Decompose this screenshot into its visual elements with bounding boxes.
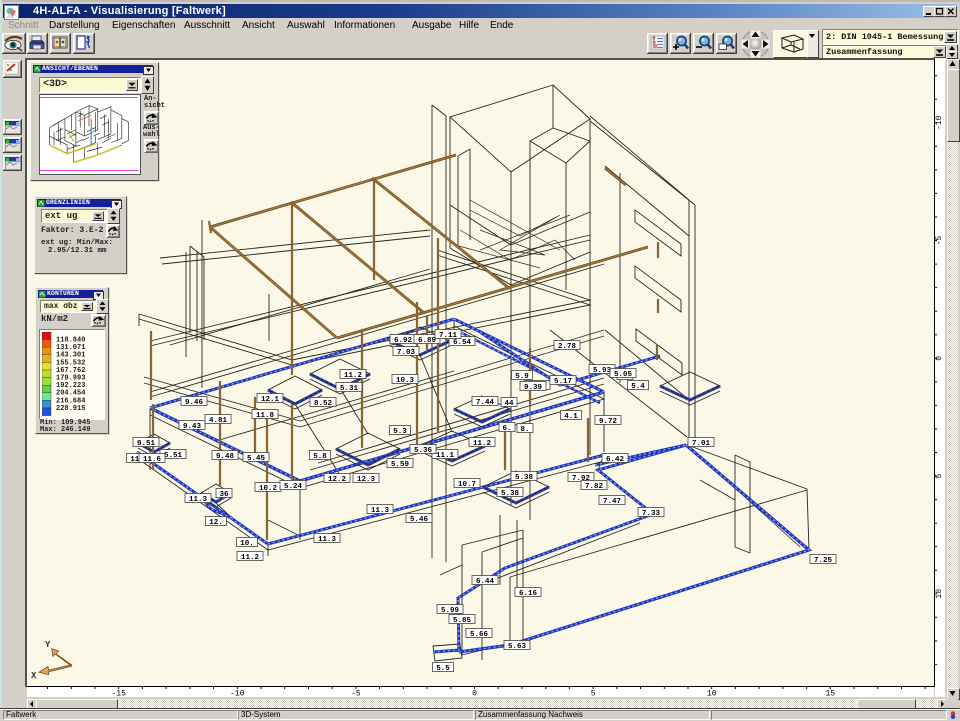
- svg-text:15: 15: [825, 690, 835, 698]
- svg-text:7.47: 7.47: [603, 498, 621, 506]
- svg-text:11.2: 11.2: [344, 372, 363, 380]
- svg-text:11.6: 11.6: [143, 456, 162, 464]
- svg-text:44: 44: [504, 400, 514, 408]
- svg-text:-5: -5: [935, 236, 944, 246]
- svg-text:11.2: 11.2: [473, 440, 492, 448]
- svg-text:5.85: 5.85: [453, 617, 472, 625]
- svg-text:7.82: 7.82: [585, 483, 604, 491]
- svg-text:6.: 6.: [502, 425, 511, 433]
- svg-text:7.01: 7.01: [692, 440, 711, 448]
- svg-text:-5: -5: [351, 690, 361, 698]
- svg-text:5: 5: [591, 690, 596, 698]
- svg-text:7.33: 7.33: [642, 510, 661, 518]
- svg-text:6.92: 6.92: [394, 337, 413, 345]
- svg-text:9.46: 9.46: [185, 399, 204, 407]
- svg-text:11.8: 11.8: [256, 412, 275, 420]
- svg-text:6.16: 6.16: [519, 590, 538, 598]
- svg-text:5.17: 5.17: [554, 378, 572, 386]
- svg-text:9.72: 9.72: [599, 418, 618, 426]
- svg-text:-10: -10: [935, 115, 944, 130]
- svg-text:5.51: 5.51: [164, 452, 183, 460]
- svg-text:4.1: 4.1: [564, 413, 578, 421]
- svg-text:5.31: 5.31: [340, 385, 359, 393]
- svg-text:10.: 10.: [240, 540, 254, 548]
- svg-text:6.54: 6.54: [453, 339, 472, 347]
- svg-text:0: 0: [472, 690, 477, 698]
- svg-text:9.51: 9.51: [137, 440, 156, 448]
- svg-text:0: 0: [935, 356, 944, 361]
- svg-text:10: 10: [935, 589, 944, 599]
- svg-text:10.2: 10.2: [259, 485, 278, 493]
- svg-text:5.46: 5.46: [410, 516, 429, 524]
- svg-text:5.05: 5.05: [614, 371, 633, 379]
- svg-text:5.24: 5.24: [284, 483, 303, 491]
- svg-text:11.3: 11.3: [318, 536, 337, 544]
- svg-text:-10: -10: [230, 690, 245, 698]
- svg-text:9.48: 9.48: [216, 453, 235, 461]
- svg-text:6.89: 6.89: [418, 337, 437, 345]
- svg-text:5.3: 5.3: [393, 428, 407, 436]
- svg-text:10.7: 10.7: [458, 481, 476, 489]
- svg-text:7.03: 7.03: [397, 349, 416, 357]
- svg-text:8.: 8.: [520, 426, 529, 434]
- svg-text:7.11: 7.11: [439, 332, 458, 340]
- svg-text:-15: -15: [111, 690, 126, 698]
- svg-text:5.36: 5.36: [414, 447, 433, 455]
- svg-text:5.38: 5.38: [515, 474, 534, 482]
- svg-text:5.66: 5.66: [470, 631, 489, 639]
- svg-text:5.59: 5.59: [391, 461, 410, 469]
- svg-text:5.5: 5.5: [436, 665, 450, 673]
- svg-text:Y: Y: [45, 640, 51, 650]
- svg-text:228.915: 228.915: [56, 405, 85, 413]
- svg-text:5.99: 5.99: [441, 607, 460, 615]
- svg-text:5.4: 5.4: [631, 383, 645, 391]
- svg-text:2.78: 2.78: [558, 343, 577, 351]
- svg-text:X: X: [31, 671, 37, 680]
- svg-text:12.3: 12.3: [357, 476, 376, 484]
- svg-text:11.3: 11.3: [371, 507, 390, 515]
- svg-text:11.3: 11.3: [189, 496, 208, 504]
- svg-text:4.81: 4.81: [209, 417, 228, 425]
- svg-text:10: 10: [707, 690, 717, 698]
- svg-text:5.45: 5.45: [247, 455, 266, 463]
- svg-text:9.39: 9.39: [524, 384, 543, 392]
- svg-text:6.42: 6.42: [606, 456, 625, 464]
- svg-text:9.43: 9.43: [183, 423, 202, 431]
- svg-text:8.52: 8.52: [314, 400, 333, 408]
- svg-text:36: 36: [219, 491, 229, 499]
- svg-text:5: 5: [935, 474, 944, 479]
- svg-text:12.: 12.: [209, 519, 223, 527]
- svg-text:5.63: 5.63: [508, 643, 527, 651]
- svg-text:11.1: 11.1: [436, 452, 455, 460]
- svg-text:10.3: 10.3: [396, 377, 415, 385]
- svg-text:6.44: 6.44: [476, 578, 495, 586]
- svg-text:5.38: 5.38: [501, 490, 520, 498]
- svg-text:11.2: 11.2: [241, 554, 260, 562]
- svg-text:12.1: 12.1: [261, 396, 280, 404]
- svg-text:5.93: 5.93: [593, 367, 612, 375]
- svg-text:7.44: 7.44: [476, 399, 495, 407]
- svg-text:12.2: 12.2: [328, 476, 347, 484]
- svg-text:5.9: 5.9: [515, 373, 529, 381]
- svg-text:7.25: 7.25: [814, 557, 833, 565]
- svg-text:5.8: 5.8: [313, 453, 327, 461]
